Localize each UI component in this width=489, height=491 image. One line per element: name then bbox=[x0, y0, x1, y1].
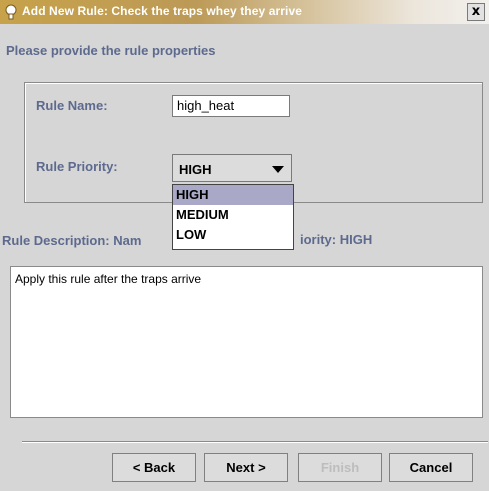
rule-name-label: Rule Name: bbox=[36, 98, 108, 113]
instructions-text: Please provide the rule properties bbox=[6, 43, 216, 58]
chevron-down-icon[interactable] bbox=[272, 166, 284, 173]
rule-description-label-left: Rule Description: Nam bbox=[2, 233, 142, 248]
window-title: Add New Rule: Check the traps whey they … bbox=[22, 4, 303, 18]
cancel-button[interactable]: Cancel bbox=[389, 453, 473, 482]
priority-option-high[interactable]: HIGH bbox=[173, 185, 293, 205]
button-separator bbox=[22, 441, 488, 443]
rule-name-input[interactable]: high_heat bbox=[172, 95, 290, 117]
close-icon: x bbox=[471, 4, 481, 19]
title-bar[interactable]: Add New Rule: Check the traps whey they … bbox=[0, 0, 489, 24]
add-rule-dialog: Add New Rule: Check the traps whey they … bbox=[0, 0, 489, 491]
rule-description-label-right: iority: HIGH bbox=[300, 232, 373, 247]
rule-priority-select[interactable]: HIGH bbox=[172, 154, 292, 182]
priority-dropdown-list: HIGH MEDIUM LOW bbox=[172, 184, 294, 250]
finish-button[interactable]: Finish bbox=[298, 453, 382, 482]
priority-option-medium[interactable]: MEDIUM bbox=[173, 205, 293, 225]
app-icon bbox=[5, 4, 17, 20]
rule-priority-label: Rule Priority: bbox=[36, 159, 118, 174]
rule-priority-value: HIGH bbox=[179, 162, 212, 177]
rule-description-label: Rule Description: Nam bbox=[2, 232, 141, 250]
close-button[interactable]: x bbox=[467, 3, 485, 21]
back-button[interactable]: < Back bbox=[112, 453, 196, 482]
next-button[interactable]: Next > bbox=[204, 453, 288, 482]
priority-option-low[interactable]: LOW bbox=[173, 225, 293, 245]
rule-description-textarea[interactable]: Apply this rule after the traps arrive bbox=[10, 266, 483, 418]
